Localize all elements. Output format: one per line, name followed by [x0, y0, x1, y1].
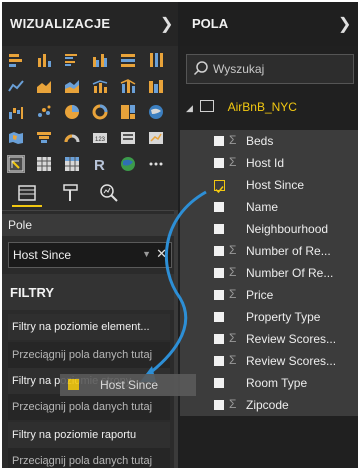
field-label: Neighbourhood [246, 222, 329, 236]
drag-ghost-label: Host Since [100, 378, 159, 392]
visualizations-title: WIZUALIZACJE [10, 16, 111, 31]
field-label: Host Since [246, 178, 305, 192]
field-row[interactable]: Σ Beds [180, 130, 358, 152]
field-label: Number of Re... [246, 244, 331, 258]
drop-zone-report-label: Przeciągnij pola danych tutaj [12, 455, 153, 467]
fields-title: POLA [192, 16, 229, 31]
drop-zone-report[interactable]: Przeciągnij pola danych tutaj [8, 448, 170, 468]
drop-zone-visual-label: Przeciągnij pola danych tutaj [12, 349, 153, 361]
sigma-icon: Σ [229, 265, 237, 279]
table-icon [200, 100, 215, 112]
scatter-icon[interactable] [36, 104, 52, 120]
line-chart-icon[interactable] [8, 78, 24, 94]
sigma-icon: Σ [229, 353, 237, 367]
matrix-icon[interactable] [64, 156, 80, 172]
checkbox-icon[interactable] [214, 136, 224, 146]
pie-chart-icon[interactable] [64, 104, 80, 120]
checkbox-icon[interactable] [214, 158, 224, 168]
waterfall-icon[interactable] [8, 104, 24, 120]
svg-text:R: R [94, 157, 105, 172]
visual-level-filters-label: Filtry na poziomie element... [12, 321, 150, 333]
sigma-icon: Σ [229, 397, 237, 411]
table-node[interactable]: ◢ AirBnB_NYC [186, 100, 297, 114]
field-row[interactable]: Σ Zipcode [180, 394, 358, 416]
power-bi-panes: WIZUALIZACJE ❯ 123 R Pole Host Since ▼ ✕… [2, 2, 358, 468]
field-section-label: Pole [8, 218, 33, 232]
100-bar-icon[interactable] [120, 52, 136, 68]
report-level-filters-label: Filtry na poziomie raportu [12, 429, 137, 441]
100-column-icon[interactable] [148, 52, 164, 68]
r-script-icon[interactable]: R [92, 156, 108, 172]
field-label: Property Type [246, 310, 321, 324]
slicer-icon[interactable] [7, 155, 25, 173]
field-row[interactable]: Σ Host Id [180, 152, 358, 174]
stacked-column-icon[interactable] [36, 52, 52, 68]
clustered-column-icon[interactable] [92, 52, 108, 68]
drop-zone-page-label: Przeciągnij pola danych tutaj [12, 401, 153, 413]
multi-row-card-icon[interactable] [120, 130, 136, 146]
field-well-value: Host Since [13, 248, 72, 262]
field-label: Room Type [246, 376, 308, 390]
search-placeholder: Wyszukaj [213, 62, 265, 76]
stacked-area-icon[interactable] [64, 78, 80, 94]
field-label: Review Scores... [246, 332, 337, 346]
arcgis-globe-icon[interactable] [120, 156, 136, 172]
field-label: Host Id [246, 156, 285, 170]
visualizations-header: WIZUALIZACJE ❯ [2, 2, 178, 46]
clustered-bar-icon[interactable] [64, 52, 80, 68]
chevron-right-icon[interactable]: ❯ [160, 14, 173, 34]
report-level-filters: Filtry na poziomie raportu [8, 422, 170, 448]
table-name: AirBnB_NYC [227, 100, 297, 114]
checkbox-icon[interactable] [214, 400, 224, 410]
field-label: Review Scores... [246, 354, 337, 368]
stacked-bar-icon[interactable] [8, 52, 24, 68]
field-label: Price [246, 288, 274, 302]
treemap-icon[interactable] [120, 104, 136, 120]
field-label: Name [246, 200, 279, 214]
kpi-icon[interactable] [148, 130, 164, 146]
drag-ghost: Host Since [60, 374, 196, 396]
field-label: Beds [246, 134, 274, 148]
table-icon[interactable] [36, 156, 52, 172]
search-icon [193, 60, 209, 81]
line-column-icon[interactable] [92, 78, 108, 94]
sigma-icon: Σ [229, 287, 237, 301]
fields-tab-icon[interactable] [16, 182, 38, 204]
fields-pane: POLA ❯ Wyszukaj ◢ AirBnB_NYC Σ Beds Σ Host … [140, 2, 358, 468]
format-paint-roller-icon[interactable] [60, 182, 82, 204]
analytics-magnifier-icon[interactable] [98, 182, 120, 204]
expand-triangle-icon[interactable]: ◢ [186, 103, 193, 113]
sigma-icon: Σ [229, 331, 237, 345]
donut-icon[interactable] [92, 104, 108, 120]
chevron-right-icon[interactable]: ❯ [338, 14, 351, 34]
field-label: Zipcode [246, 398, 289, 412]
gauge-icon[interactable] [64, 130, 80, 146]
active-tab-underline [12, 205, 42, 207]
field-label: Number Of Re... [246, 266, 334, 280]
line-stacked-column-icon[interactable] [120, 78, 136, 94]
drop-zone-page[interactable]: Przeciągnij pola danych tutaj [8, 394, 170, 420]
ribbon-chart-icon[interactable] [148, 78, 164, 94]
search-input[interactable]: Wyszukaj [186, 54, 354, 84]
funnel-icon[interactable] [36, 130, 52, 146]
filters-title: FILTRY [10, 285, 55, 300]
svg-text:123: 123 [95, 137, 106, 143]
sigma-icon: Σ [229, 243, 237, 257]
more-options-icon[interactable] [148, 156, 164, 172]
area-chart-icon[interactable] [36, 78, 52, 94]
ghost-checkbox-icon [68, 379, 79, 390]
drag-arrow [140, 190, 207, 382]
sigma-icon: Σ [229, 133, 237, 147]
filled-map-icon[interactable] [8, 130, 24, 146]
sigma-icon: Σ [229, 155, 237, 169]
fields-header: POLA ❯ [180, 2, 358, 46]
globe-map-icon[interactable] [148, 104, 164, 120]
card-icon[interactable]: 123 [92, 130, 108, 146]
